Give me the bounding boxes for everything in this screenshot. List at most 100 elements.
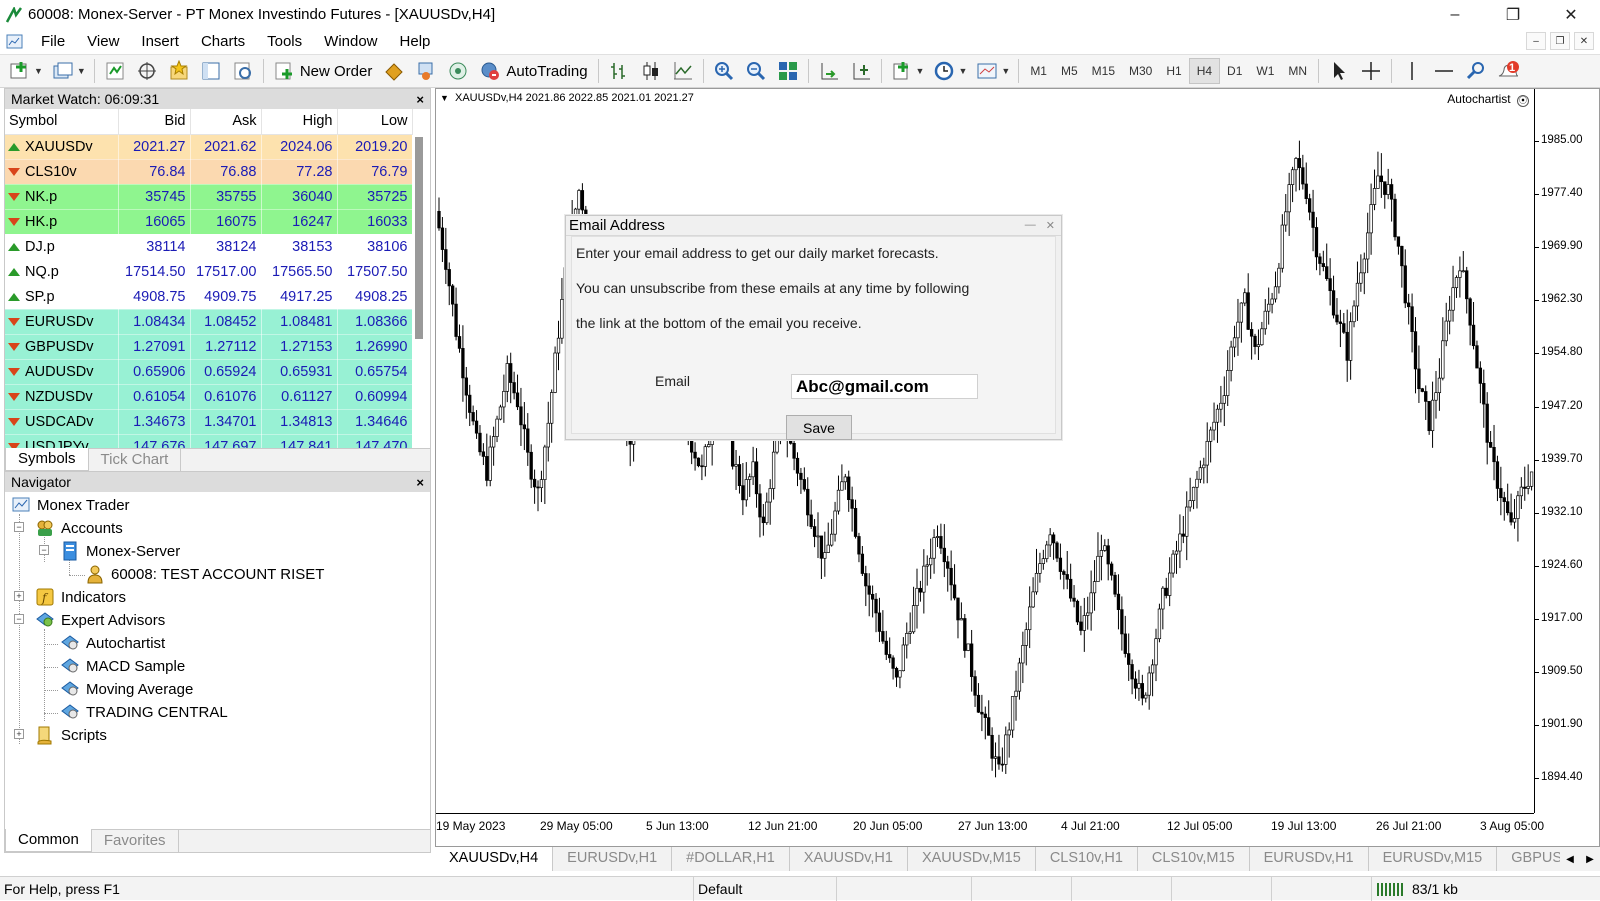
periods-clock-icon[interactable] — [931, 58, 957, 84]
table-row[interactable]: EURUSDv 1.08434 1.08452 1.08481 1.08366 — [5, 309, 413, 335]
data-window-icon[interactable] — [134, 58, 160, 84]
timeframe-m5[interactable]: M5 — [1054, 59, 1085, 83]
table-row[interactable]: SP.p 4908.75 4909.75 4917.25 4908.25 — [5, 284, 413, 310]
column-header-bid[interactable]: Bid — [118, 109, 191, 135]
price-chart-canvas[interactable] — [436, 89, 1534, 813]
table-row[interactable]: NQ.p 17514.50 17517.00 17565.50 17507.50 — [5, 259, 413, 285]
horizontal-line-icon[interactable] — [1431, 58, 1457, 84]
zoom-out-icon[interactable] — [743, 58, 769, 84]
symbol-cell[interactable]: CLS10v — [5, 159, 119, 185]
table-row[interactable]: GBPUSDv 1.27091 1.27112 1.27153 1.26990 — [5, 334, 413, 360]
cursor-icon[interactable] — [1326, 58, 1352, 84]
market-watch-scrollbar[interactable] — [414, 133, 424, 433]
navigator-icon[interactable] — [166, 58, 192, 84]
nav-item-experts[interactable]: Expert Advisors — [35, 609, 165, 631]
vertical-line-icon[interactable] — [1399, 58, 1425, 84]
menu-file[interactable]: File — [30, 33, 76, 50]
timeframe-h1[interactable]: H1 — [1159, 59, 1188, 83]
chevron-down-icon[interactable]: ▼ — [1001, 66, 1010, 76]
nav-item-ea-moving-average[interactable]: Moving Average — [60, 678, 193, 700]
mdi-minimize-button[interactable]: – — [1526, 32, 1546, 50]
chevron-down-icon[interactable]: ▼ — [34, 66, 43, 76]
collapse-toggle[interactable]: − — [14, 614, 24, 624]
timeframe-m30[interactable]: M30 — [1122, 59, 1159, 83]
symbol-cell[interactable]: AUDUSDv — [5, 359, 119, 385]
nav-item-indicators[interactable]: f Indicators — [35, 586, 126, 608]
nav-item-server[interactable]: Monex-Server — [60, 540, 180, 562]
nav-item-ea-trading-central[interactable]: TRADING CENTRAL — [60, 701, 228, 723]
chart-tab[interactable]: EURUSDv,M15 — [1369, 847, 1498, 871]
zoom-in-icon[interactable] — [711, 58, 737, 84]
maximize-button[interactable]: ❐ — [1484, 0, 1542, 29]
collapse-toggle[interactable]: − — [14, 522, 24, 532]
mdi-restore-button[interactable]: ❐ — [1550, 32, 1570, 50]
autotrading-icon[interactable] — [477, 58, 503, 84]
tile-windows-icon[interactable] — [775, 58, 801, 84]
timeframe-h4[interactable]: H4 — [1188, 58, 1221, 84]
email-field[interactable] — [791, 374, 978, 399]
timeframe-d1[interactable]: D1 — [1220, 59, 1249, 83]
tab-favorites[interactable]: Favorites — [92, 830, 179, 852]
new-chart-icon[interactable] — [7, 58, 33, 84]
autotrading-button[interactable]: AutoTrading — [506, 63, 587, 80]
symbol-cell[interactable]: NQ.p — [5, 259, 119, 285]
column-header-symbol[interactable]: Symbol — [5, 109, 119, 135]
line-chart-icon[interactable] — [670, 58, 696, 84]
terminal-icon[interactable] — [198, 58, 224, 84]
bar-chart-icon[interactable] — [606, 58, 632, 84]
nav-item-ea-autochartist[interactable]: Autochartist — [60, 632, 165, 654]
chart-tab[interactable]: XAUUSDv,H4 — [435, 847, 554, 871]
symbol-cell[interactable]: GBPUSDv — [5, 334, 119, 360]
chart-window[interactable]: ▼ XAUUSDv,H4 2021.86 2022.85 2021.01 202… — [435, 88, 1600, 849]
scrollbar-thumb[interactable] — [415, 137, 423, 339]
tab-symbols[interactable]: Symbols — [5, 448, 89, 471]
symbol-cell[interactable]: NZDUSDv — [5, 384, 119, 410]
symbol-cell[interactable]: SP.p — [5, 284, 119, 310]
signals-icon[interactable] — [445, 58, 471, 84]
column-header-ask[interactable]: Ask — [190, 109, 262, 135]
table-row[interactable]: CLS10v 76.84 76.88 77.28 76.79 — [5, 159, 413, 185]
collapse-toggle[interactable]: − — [39, 545, 49, 555]
table-row[interactable]: NZDUSDv 0.61054 0.61076 0.61127 0.60994 — [5, 384, 413, 410]
mdi-close-button[interactable]: ✕ — [1574, 32, 1594, 50]
nav-item-accounts[interactable]: Accounts — [35, 517, 123, 539]
menu-insert[interactable]: Insert — [130, 33, 190, 50]
chart-tab[interactable]: CLS10v,H1 — [1036, 847, 1138, 871]
symbol-cell[interactable]: DJ.p — [5, 234, 119, 260]
expand-toggle[interactable]: + — [14, 591, 24, 601]
new-order-icon[interactable] — [271, 58, 297, 84]
table-row[interactable]: USDJPYv 147.676 147.697 147.841 147.470 — [5, 434, 413, 449]
templates-icon[interactable] — [974, 58, 1000, 84]
search-icon[interactable] — [1463, 58, 1489, 84]
symbol-cell[interactable]: USDJPYv — [5, 434, 119, 449]
notifications-icon[interactable]: 1 — [1495, 58, 1521, 84]
symbol-cell[interactable]: XAUUSDv — [5, 134, 119, 160]
menu-window[interactable]: Window — [313, 33, 388, 50]
profiles-icon[interactable] — [50, 58, 76, 84]
column-header-low[interactable]: Low — [337, 109, 413, 135]
tab-tick-chart[interactable]: Tick Chart — [89, 449, 182, 471]
timeframe-mn[interactable]: MN — [1281, 59, 1314, 83]
table-row[interactable]: USDCADv 1.34673 1.34701 1.34813 1.34646 — [5, 409, 413, 435]
table-row[interactable]: HK.p 16065 16075 16247 16033 — [5, 209, 413, 235]
chart-tab-scroll[interactable]: ◀ ▶ — [1560, 847, 1600, 871]
nav-item-account[interactable]: 60008: TEST ACCOUNT RISET — [85, 563, 324, 585]
column-header-high[interactable]: High — [261, 109, 338, 135]
menu-help[interactable]: Help — [389, 33, 442, 50]
close-button[interactable]: ✕ — [1542, 0, 1600, 29]
minimize-button[interactable]: – — [1426, 0, 1484, 29]
close-icon[interactable]: × — [416, 475, 424, 490]
chart-tab[interactable]: EURUSDv,H1 — [1250, 847, 1369, 871]
dialog-minimize-icon[interactable]: — — [1025, 219, 1036, 232]
indicators-list-icon[interactable] — [889, 58, 915, 84]
new-order-button[interactable]: New Order — [300, 63, 373, 80]
metaeditor-icon[interactable] — [381, 58, 407, 84]
close-icon[interactable]: × — [416, 92, 424, 107]
nav-item-ea-macd[interactable]: MACD Sample — [60, 655, 185, 677]
auto-scroll-icon[interactable] — [816, 58, 842, 84]
menu-view[interactable]: View — [76, 33, 130, 50]
mql-community-icon[interactable] — [413, 58, 439, 84]
chevron-down-icon[interactable]: ▼ — [916, 66, 925, 76]
timeframe-m1[interactable]: M1 — [1023, 59, 1054, 83]
chart-window-icon[interactable] — [6, 33, 24, 51]
